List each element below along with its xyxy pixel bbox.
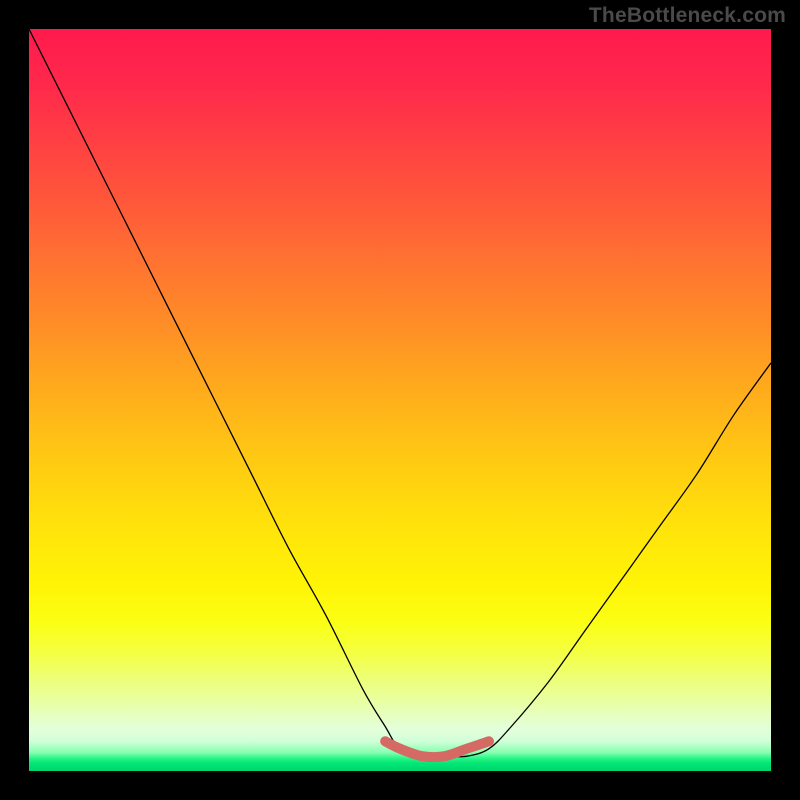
plot-area: [29, 29, 771, 771]
chart-frame: TheBottleneck.com: [0, 0, 800, 800]
watermark-text: TheBottleneck.com: [589, 4, 786, 28]
curve-svg: [29, 29, 771, 771]
bottleneck-curve: [29, 29, 771, 757]
